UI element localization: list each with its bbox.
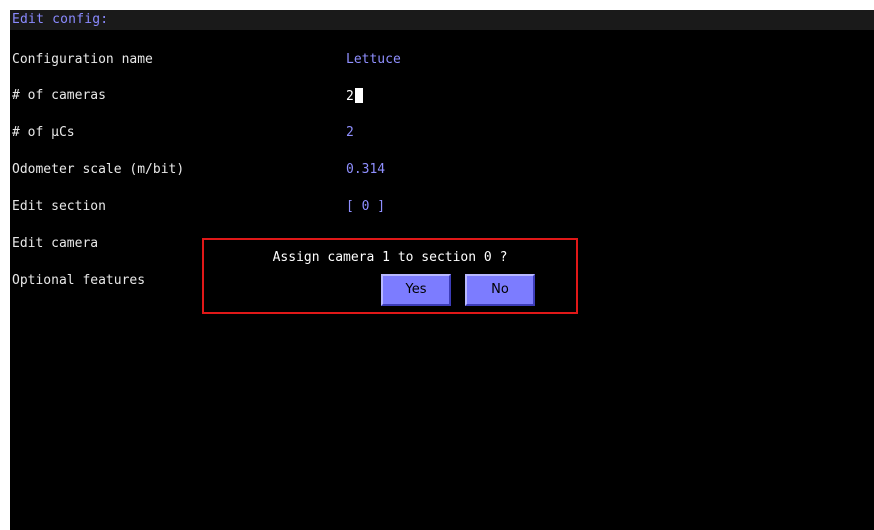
title-bar: Edit config: <box>10 10 874 30</box>
camera-count-field[interactable]: 2 <box>346 88 363 104</box>
edit-section-value[interactable]: [ 0 ] <box>346 199 385 214</box>
odometer-scale-label: Odometer scale (m/bit) <box>12 162 185 177</box>
configuration-name-label: Configuration name <box>12 52 153 67</box>
optional-features-label[interactable]: Optional features <box>12 273 145 288</box>
no-button[interactable]: No <box>465 274 535 306</box>
edit-camera-label[interactable]: Edit camera <box>12 236 98 251</box>
assign-camera-dialog: Assign camera 1 to section 0 ? Yes No <box>202 238 578 314</box>
camera-count-value: 2 <box>346 89 354 104</box>
yes-button[interactable]: Yes <box>381 274 451 306</box>
camera-count-label: # of cameras <box>12 88 106 103</box>
page-title: Edit config: <box>12 12 109 27</box>
configuration-name-value[interactable]: Lettuce <box>346 52 401 67</box>
microcontroller-count-label: # of µCs <box>12 125 75 140</box>
config-screen: Edit config: Configuration name Lettuce … <box>10 10 874 530</box>
dialog-message: Assign camera 1 to section 0 ? <box>272 250 508 265</box>
microcontroller-count-value[interactable]: 2 <box>346 125 354 140</box>
odometer-scale-value[interactable]: 0.314 <box>346 162 385 177</box>
text-cursor <box>354 88 363 103</box>
edit-section-label: Edit section <box>12 199 106 214</box>
